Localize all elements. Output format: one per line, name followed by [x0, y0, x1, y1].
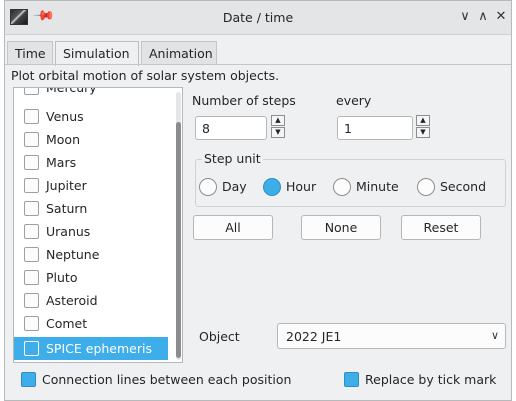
list-item-uranus[interactable]: Uranus: [14, 220, 168, 243]
list-scrollbar[interactable]: [176, 92, 181, 360]
radio-indicator[interactable]: [263, 178, 281, 196]
chevron-down-icon[interactable]: ∨: [491, 329, 499, 342]
list-item-neptune[interactable]: Neptune: [14, 243, 168, 266]
object-label: Object: [199, 329, 240, 344]
steps-spinbox[interactable]: 8: [195, 116, 267, 140]
radio-indicator[interactable]: [199, 178, 217, 196]
list-item-label: Pluto: [46, 270, 78, 285]
list-item-mercury[interactable]: Mercury: [14, 87, 168, 99]
checkbox[interactable]: [24, 132, 39, 147]
date-time-window: 📌 Date / time ∨ ∧ ✕ Time Simulation Anim…: [4, 0, 512, 401]
steps-spin-buttons: ▲ ▼: [271, 115, 285, 139]
tab-simulation[interactable]: Simulation: [55, 41, 139, 66]
checkbox[interactable]: [24, 224, 39, 239]
none-button[interactable]: None: [301, 215, 381, 240]
tab-animation[interactable]: Animation: [141, 41, 217, 65]
checkbox[interactable]: [24, 155, 39, 170]
list-item-label: Moon: [46, 132, 81, 147]
steps-value: 8: [202, 121, 210, 136]
object-combobox[interactable]: 2022 JE1 ∨: [277, 323, 506, 349]
checkbox-label: Connection lines between each position: [42, 372, 292, 387]
list-item-spice-ephemeris[interactable]: SPICE ephemeris: [14, 337, 168, 360]
every-value: 1: [344, 121, 352, 136]
tab-panel-divider: [5, 64, 511, 65]
list-item-moon[interactable]: Moon: [14, 128, 168, 151]
list-item-asteroid[interactable]: Asteroid: [14, 289, 168, 312]
radio-label: Minute: [356, 179, 399, 194]
maximize-button[interactable]: ∧: [475, 9, 491, 25]
list-item-mars[interactable]: Mars: [14, 151, 168, 174]
radio-label: Second: [440, 179, 487, 194]
close-button[interactable]: ✕: [493, 9, 509, 25]
radio-label: Day: [222, 179, 247, 194]
window-title: Date / time: [222, 10, 294, 25]
checkbox[interactable]: [24, 109, 39, 124]
list-item-saturn[interactable]: Saturn: [14, 197, 168, 220]
checkbox-checked[interactable]: [344, 372, 359, 387]
list-item-label: Neptune: [46, 247, 100, 262]
every-spinbox[interactable]: 1: [337, 116, 413, 140]
list-item-pluto[interactable]: Pluto: [14, 266, 168, 289]
checkbox[interactable]: [24, 293, 39, 308]
step-unit-title: Step unit: [202, 151, 263, 166]
checkbox[interactable]: [24, 270, 39, 285]
list-item-label: Mars: [46, 155, 77, 170]
checkbox[interactable]: [24, 88, 39, 95]
checkbox[interactable]: [24, 316, 39, 331]
steps-label: Number of steps: [192, 93, 296, 108]
list-item-comet[interactable]: Comet: [14, 312, 168, 335]
list-item-label: Uranus: [46, 224, 91, 239]
description-text: Plot orbital motion of solar system obje…: [11, 68, 280, 83]
title-bar[interactable]: 📌 Date / time ∨ ∧ ✕: [5, 1, 511, 35]
all-button[interactable]: All: [193, 215, 273, 240]
radio-indicator[interactable]: [417, 178, 435, 196]
checkbox-label: Replace by tick mark: [365, 372, 497, 387]
every-label: every: [336, 93, 372, 108]
every-up-icon[interactable]: ▲: [416, 115, 430, 126]
list-item-jupiter[interactable]: Jupiter: [14, 174, 168, 197]
checkbox[interactable]: [24, 341, 39, 356]
list-item-label: Mercury: [46, 87, 97, 95]
object-value: 2022 JE1: [286, 329, 342, 344]
reset-button[interactable]: Reset: [401, 215, 481, 240]
checkbox[interactable]: [24, 201, 39, 216]
minimize-button[interactable]: ∨: [457, 9, 473, 25]
every-spin-buttons: ▲ ▼: [416, 115, 430, 139]
list-item-label: Saturn: [46, 201, 88, 216]
every-down-icon[interactable]: ▼: [416, 127, 430, 138]
steps-up-icon[interactable]: ▲: [271, 115, 285, 126]
radio-indicator[interactable]: [333, 178, 351, 196]
list-item-label: Comet: [46, 316, 88, 331]
list-item-label: Venus: [46, 109, 84, 124]
objects-listbox[interactable]: Mercury Venus Moon Mars Jupiter Saturn U…: [13, 87, 183, 363]
radio-label: Hour: [286, 179, 317, 194]
list-item-label: Asteroid: [46, 293, 98, 308]
checkbox[interactable]: [24, 178, 39, 193]
tab-time[interactable]: Time: [7, 41, 53, 65]
scrollbar-thumb[interactable]: [176, 122, 181, 358]
checkbox[interactable]: [24, 247, 39, 262]
checkbox-checked[interactable]: [21, 372, 36, 387]
steps-down-icon[interactable]: ▼: [271, 127, 285, 138]
list-item-label: SPICE ephemeris: [46, 341, 152, 356]
list-item-label: Jupiter: [46, 178, 87, 193]
list-item-venus[interactable]: Venus: [14, 105, 168, 128]
